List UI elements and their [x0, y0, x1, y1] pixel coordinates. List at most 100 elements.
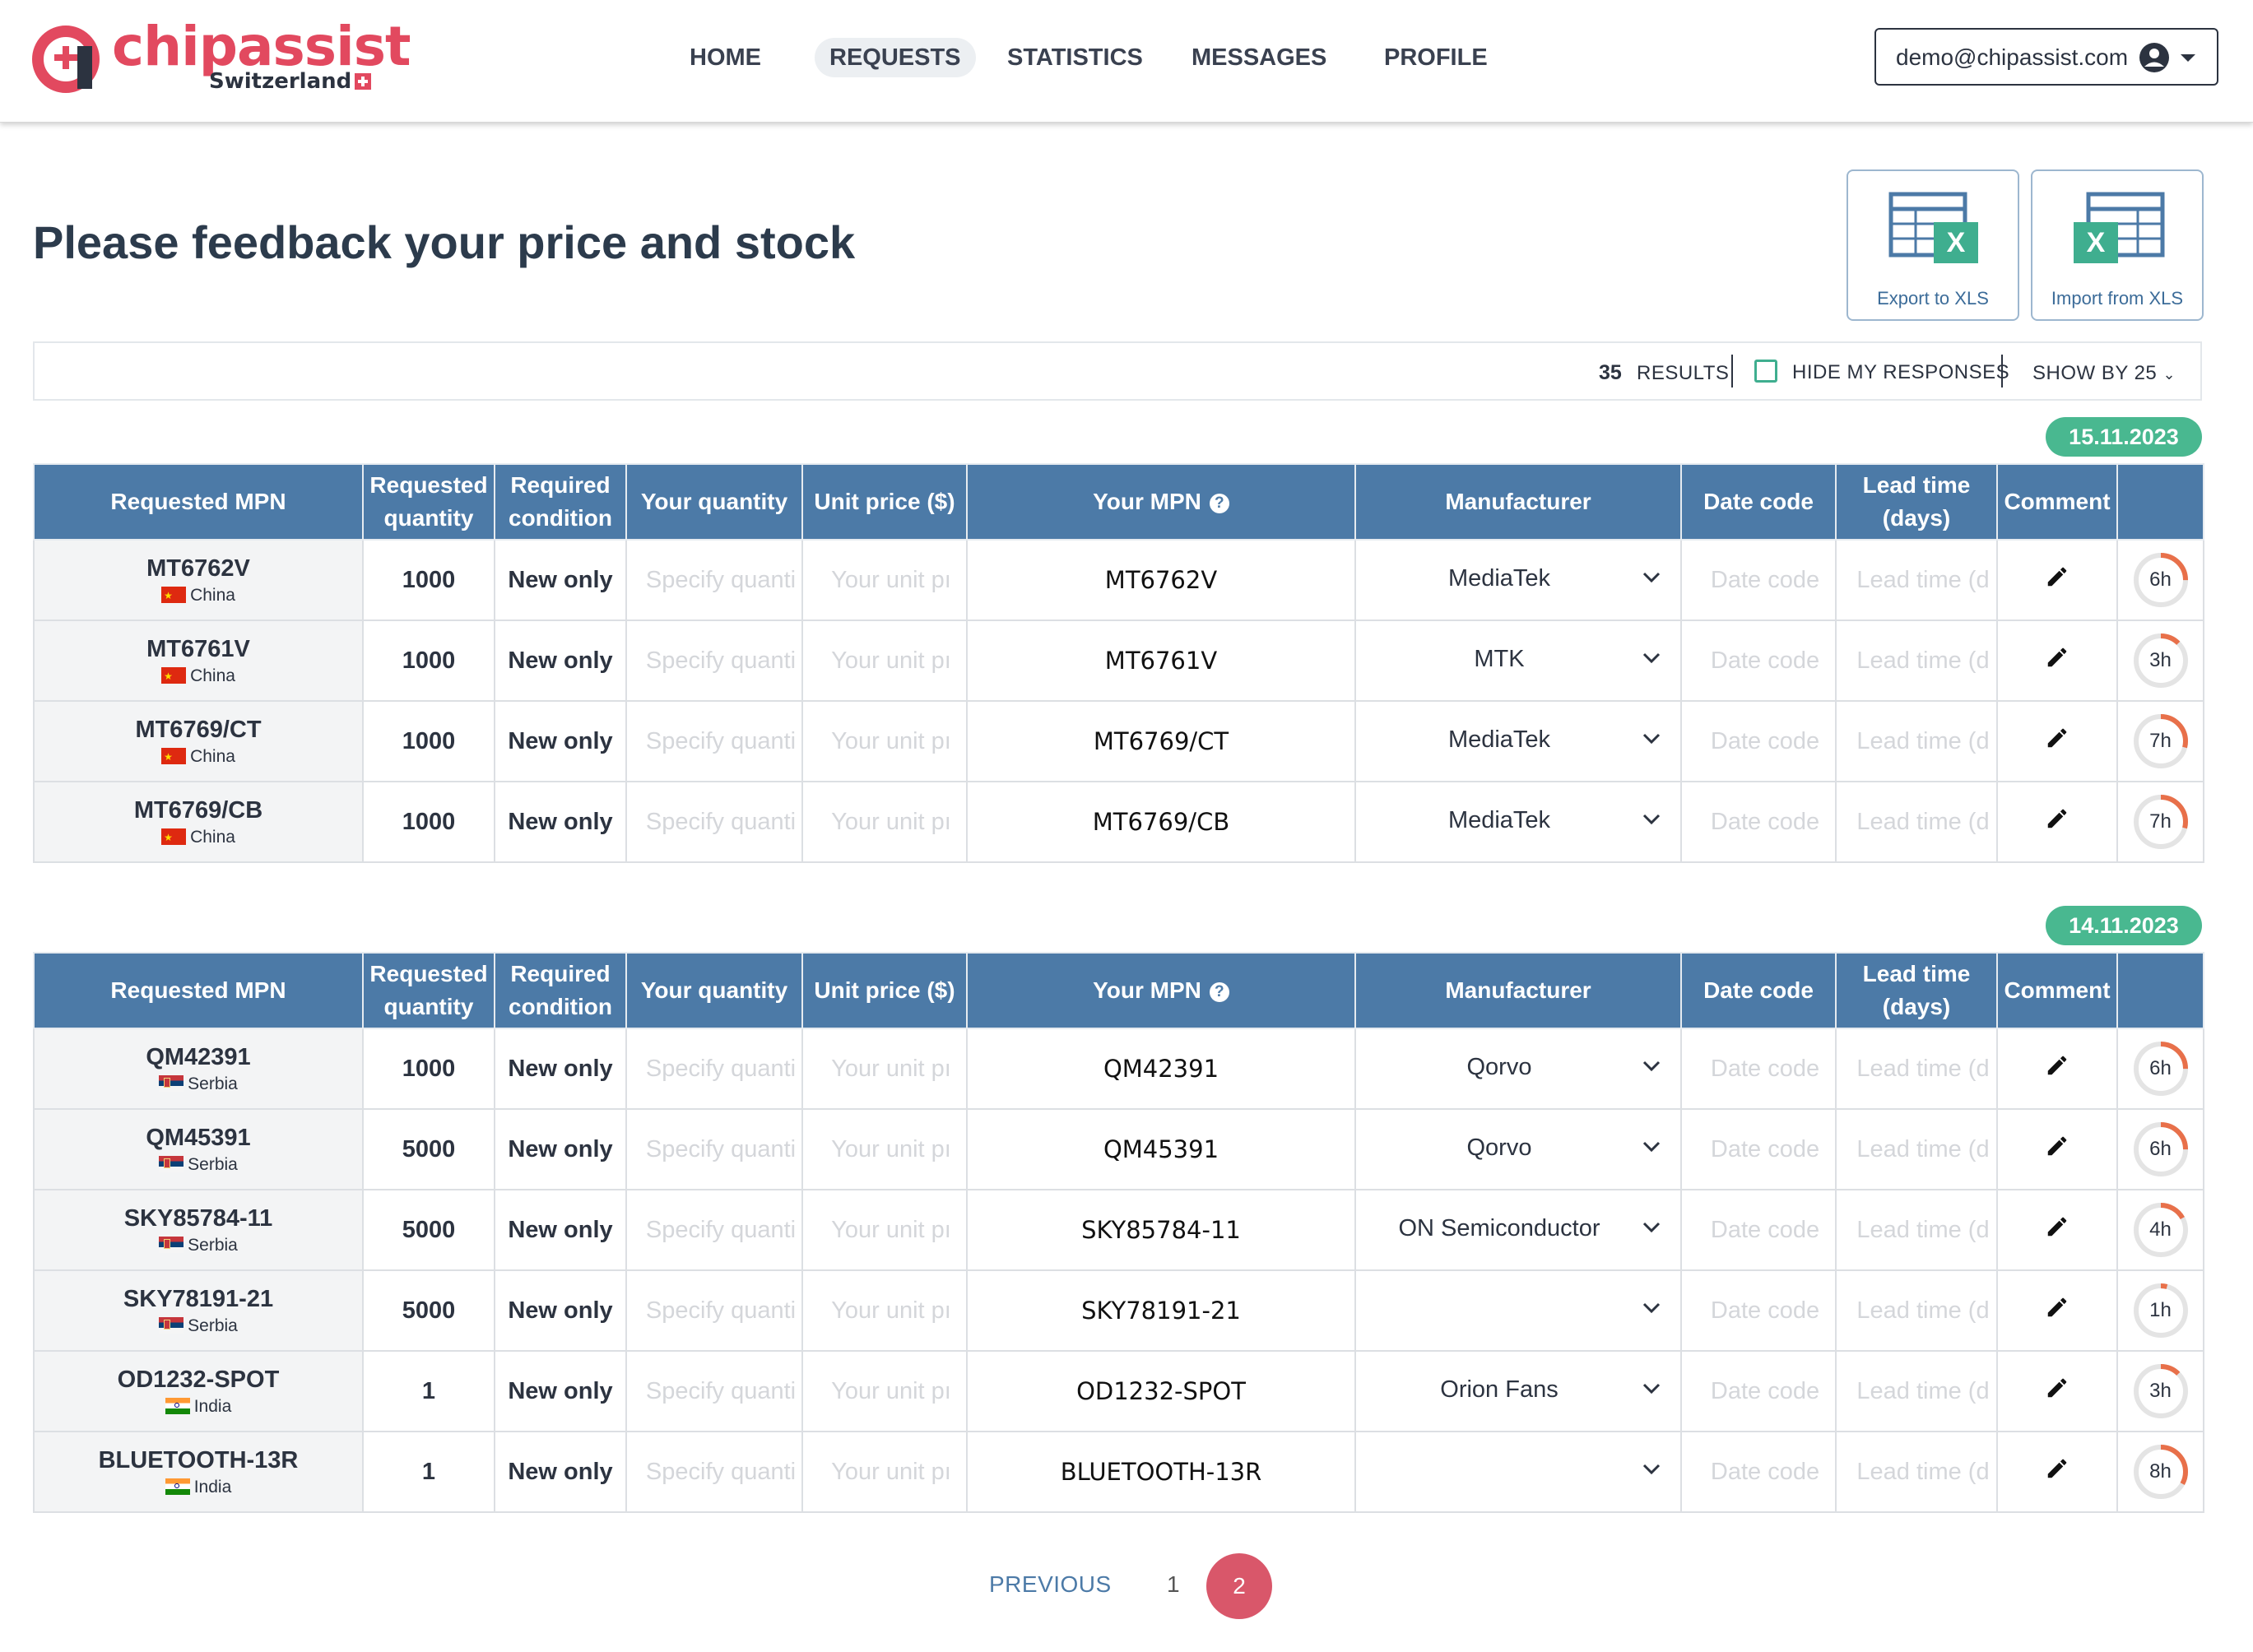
your-mpn-input[interactable]: QM42391: [966, 1028, 1356, 1110]
your-quantity-input[interactable]: Specify quanti: [625, 1350, 803, 1432]
date-code-input[interactable]: Date code: [1680, 620, 1837, 702]
header-requested-quantity: Requested quantity: [362, 463, 495, 541]
your-quantity-input[interactable]: Specify quanti: [625, 1431, 803, 1513]
your-mpn-input[interactable]: SKY78191-21: [966, 1269, 1356, 1352]
show-by-dropdown[interactable]: SHOW BY 25 ⌄: [2032, 362, 2176, 385]
your-mpn-input[interactable]: MT6769/CT: [966, 700, 1356, 782]
your-quantity-input[interactable]: Specify quanti: [625, 700, 803, 782]
lead-time-input[interactable]: Lead time (d: [1835, 620, 1998, 702]
hide-responses-label[interactable]: HIDE MY RESPONSES: [1792, 361, 2009, 384]
date-code-input[interactable]: Date code: [1680, 1431, 1837, 1513]
requested-quantity: 5000: [362, 1108, 495, 1190]
pagination-page-2-active[interactable]: 2: [1206, 1553, 1272, 1619]
date-code-input[interactable]: Date code: [1680, 700, 1837, 782]
edit-pencil-icon[interactable]: [2045, 1456, 2070, 1481]
your-quantity-input[interactable]: Specify quanti: [625, 1269, 803, 1352]
country-flag-icon: [161, 587, 187, 603]
date-code-input[interactable]: Date code: [1680, 1028, 1837, 1110]
unit-price-input[interactable]: Your unit pı: [801, 1028, 968, 1110]
nav-messages[interactable]: MESSAGES: [1177, 38, 1341, 77]
unit-price-input[interactable]: Your unit pı: [801, 1350, 968, 1432]
swiss-flag-icon: [355, 73, 372, 90]
your-mpn-input[interactable]: SKY85784-11: [966, 1189, 1356, 1271]
edit-pencil-icon[interactable]: [2045, 1053, 2070, 1078]
your-mpn-input[interactable]: OD1232-SPOT: [966, 1350, 1356, 1432]
your-quantity-input[interactable]: Specify quanti: [625, 781, 803, 863]
date-code-input[interactable]: Date code: [1680, 1350, 1837, 1432]
unit-price-input[interactable]: Your unit pı: [801, 1269, 968, 1352]
user-menu-button[interactable]: demo@chipassist.com: [1874, 28, 2218, 86]
manufacturer-select[interactable]: [1354, 1269, 1682, 1352]
lead-time-input[interactable]: Lead time (d: [1835, 1350, 1998, 1432]
edit-pencil-icon[interactable]: [2045, 1376, 2070, 1400]
edit-pencil-icon[interactable]: [2045, 645, 2070, 670]
timer-cell: 4h: [2116, 1189, 2204, 1271]
your-quantity-input[interactable]: Specify quanti: [625, 1189, 803, 1271]
hide-responses-checkbox[interactable]: [1754, 360, 1777, 383]
unit-price-input[interactable]: Your unit pı: [801, 781, 968, 863]
chevron-down-icon: [1642, 1060, 1661, 1072]
manufacturer-select[interactable]: MediaTek: [1354, 781, 1682, 863]
your-quantity-input[interactable]: Specify quanti: [625, 1028, 803, 1110]
date-code-input[interactable]: Date code: [1680, 1108, 1837, 1190]
help-icon[interactable]: ?: [1209, 494, 1229, 513]
unit-price-input[interactable]: Your unit pı: [801, 1431, 968, 1513]
your-quantity-input[interactable]: Specify quanti: [625, 620, 803, 702]
header-your-quantity: Your quantity: [625, 952, 803, 1029]
lead-time-input[interactable]: Lead time (d: [1835, 1028, 1998, 1110]
lead-time-input[interactable]: Lead time (d: [1835, 700, 1998, 782]
lead-time-placeholder: Lead time (d: [1856, 1377, 1990, 1404]
edit-pencil-icon[interactable]: [2045, 564, 2070, 589]
date-code-input[interactable]: Date code: [1680, 1269, 1837, 1352]
table-header-row: Requested MPN Requested quantity Required co…: [33, 952, 2204, 1029]
pagination-page-1[interactable]: 1: [1167, 1571, 1180, 1598]
date-code-input[interactable]: Date code: [1680, 781, 1837, 863]
manufacturer-select[interactable]: [1354, 1431, 1682, 1513]
edit-pencil-icon[interactable]: [2045, 1134, 2070, 1158]
manufacturer-select[interactable]: MediaTek: [1354, 539, 1682, 621]
nav-home[interactable]: HOME: [675, 38, 776, 77]
help-icon[interactable]: ?: [1209, 982, 1229, 1002]
manufacturer-select[interactable]: Qorvo: [1354, 1108, 1682, 1190]
results-label: RESULTS: [1637, 362, 1730, 384]
your-mpn-input[interactable]: QM45391: [966, 1108, 1356, 1190]
lead-time-input[interactable]: Lead time (d: [1835, 1431, 1998, 1513]
results-toolbar: 35 RESULTS HIDE MY RESPONSES SHOW BY 25 …: [33, 341, 2202, 401]
lead-time-input[interactable]: Lead time (d: [1835, 781, 1998, 863]
your-quantity-input[interactable]: Specify quanti: [625, 539, 803, 621]
date-code-input[interactable]: Date code: [1680, 1189, 1837, 1271]
lead-time-input[interactable]: Lead time (d: [1835, 1108, 1998, 1190]
export-xls-button[interactable]: X Export to XLS: [1847, 169, 2019, 321]
your-quantity-input[interactable]: Specify quanti: [625, 1108, 803, 1190]
edit-pencil-icon[interactable]: [2045, 806, 2070, 831]
unit-price-input[interactable]: Your unit pı: [801, 700, 968, 782]
manufacturer-select[interactable]: MTK: [1354, 620, 1682, 702]
nav-requests[interactable]: REQUESTS: [815, 38, 976, 77]
your-mpn-input[interactable]: MT6761V: [966, 620, 1356, 702]
pagination-previous[interactable]: PREVIOUS: [989, 1571, 1112, 1598]
manufacturer-select[interactable]: MediaTek: [1354, 700, 1682, 782]
nav-profile[interactable]: PROFILE: [1369, 38, 1503, 77]
unit-price-input[interactable]: Your unit pı: [801, 539, 968, 621]
nav-statistics[interactable]: STATISTICS: [992, 38, 1158, 77]
lead-time-input[interactable]: Lead time (d: [1835, 1189, 1998, 1271]
edit-pencil-icon[interactable]: [2045, 1214, 2070, 1239]
your-mpn-input[interactable]: MT6762V: [966, 539, 1356, 621]
lead-time-input[interactable]: Lead time (d: [1835, 539, 1998, 621]
edit-pencil-icon[interactable]: [2045, 726, 2070, 750]
lead-time-input[interactable]: Lead time (d: [1835, 1269, 1998, 1352]
unit-price-input[interactable]: Your unit pı: [801, 1108, 968, 1190]
manufacturer-select[interactable]: Orion Fans: [1354, 1350, 1682, 1432]
your-mpn-input[interactable]: MT6769/CB: [966, 781, 1356, 863]
unit-price-input[interactable]: Your unit pı: [801, 620, 968, 702]
manufacturer-select[interactable]: Qorvo: [1354, 1028, 1682, 1110]
date-code-input[interactable]: Date code: [1680, 539, 1837, 621]
edit-pencil-icon[interactable]: [2045, 1295, 2070, 1320]
your-mpn-input[interactable]: BLUETOOTH-13R: [966, 1431, 1356, 1513]
unit-price-input[interactable]: Your unit pı: [801, 1189, 968, 1271]
manufacturer-select[interactable]: ON Semiconductor: [1354, 1189, 1682, 1271]
date-badge: 15.11.2023: [2046, 417, 2202, 457]
import-xls-button[interactable]: X Import from XLS: [2031, 169, 2204, 321]
chipassist-logo[interactable]: chipassist Switzerland: [31, 15, 411, 95]
time-remaining-ring: 4h: [2132, 1201, 2190, 1259]
